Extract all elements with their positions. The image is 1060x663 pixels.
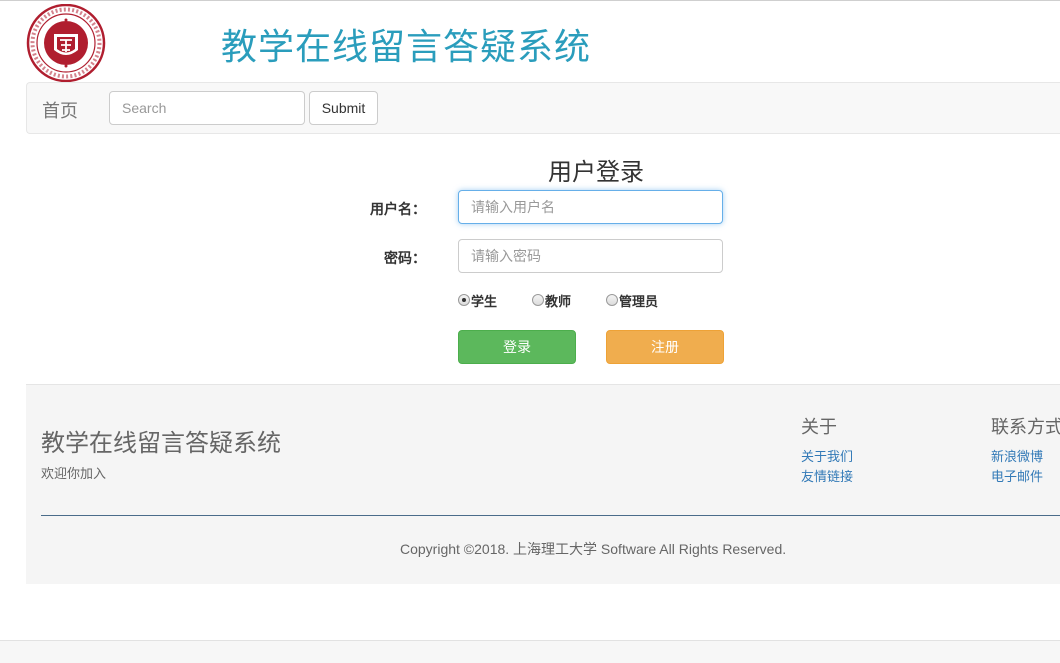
role-label-teacher: 教师 bbox=[545, 293, 572, 309]
password-input[interactable] bbox=[458, 239, 723, 273]
page-header: 教学在线留言答疑系统 bbox=[0, 0, 1060, 83]
footer-contact-heading: 联系方式 bbox=[991, 417, 1060, 437]
footer-link-friendly-links[interactable]: 友情链接 bbox=[801, 466, 853, 485]
radio-button-checked[interactable] bbox=[458, 294, 470, 306]
footer-title: 教学在线留言答疑系统 bbox=[41, 430, 281, 457]
footer-link-email[interactable]: 电子邮件 bbox=[991, 466, 1043, 485]
footer-welcome-text: 欢迎你加入 bbox=[41, 466, 107, 481]
university-seal-icon bbox=[26, 3, 106, 83]
search-submit-button[interactable]: Submit bbox=[309, 91, 378, 125]
bottom-border bbox=[0, 640, 1060, 663]
top-navbar: 首页 Submit bbox=[26, 82, 1060, 134]
search-input[interactable] bbox=[109, 91, 305, 125]
role-radio-student[interactable]: 学生 bbox=[458, 291, 497, 309]
footer-divider bbox=[41, 515, 1060, 516]
role-radio-teacher[interactable]: 教师 bbox=[532, 291, 571, 309]
radio-button[interactable] bbox=[532, 294, 544, 306]
university-logo[interactable] bbox=[26, 3, 106, 83]
role-label-admin: 管理员 bbox=[619, 293, 659, 309]
nav-home-link[interactable]: 首页 bbox=[42, 97, 78, 123]
role-label-student: 学生 bbox=[471, 293, 498, 309]
copyright-text: Copyright ©2018. 上海理工大学 Software All Rig… bbox=[400, 541, 787, 557]
page-footer: 教学在线留言答疑系统 欢迎你加入 关于 关于我们 友情链接 联系方式 新浪微博 … bbox=[26, 384, 1060, 584]
login-title: 用户登录 bbox=[548, 159, 644, 186]
footer-link-weibo[interactable]: 新浪微博 bbox=[991, 446, 1043, 465]
footer-about-heading: 关于 bbox=[801, 417, 837, 437]
site-title: 教学在线留言答疑系统 bbox=[221, 26, 592, 67]
username-input[interactable] bbox=[458, 190, 723, 224]
password-label: 密码： bbox=[384, 250, 426, 266]
footer-link-about-us[interactable]: 关于我们 bbox=[801, 446, 853, 465]
radio-button[interactable] bbox=[606, 294, 618, 306]
username-label: 用户名： bbox=[370, 201, 426, 217]
register-button[interactable]: 注册 bbox=[606, 330, 724, 364]
role-radio-admin[interactable]: 管理员 bbox=[606, 291, 658, 309]
login-button[interactable]: 登录 bbox=[458, 330, 576, 364]
